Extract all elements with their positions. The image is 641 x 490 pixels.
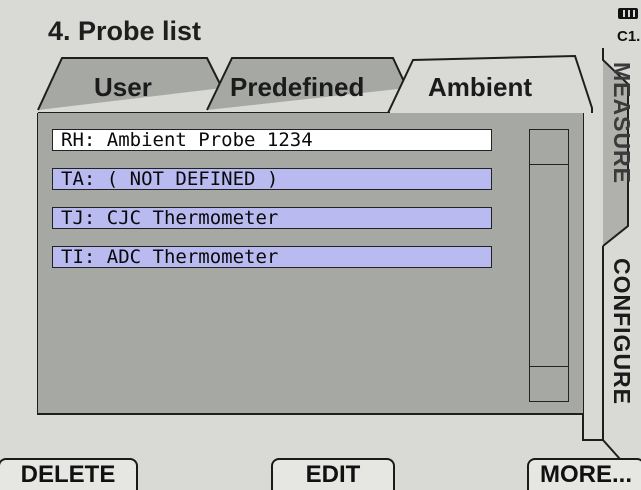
probe-list-panel: RH: Ambient Probe 1234 TA: ( NOT DEFINED… <box>38 113 583 413</box>
edit-button[interactable]: EDIT <box>271 458 395 490</box>
list-scrollbar[interactable] <box>529 129 569 402</box>
probe-row-ti[interactable]: TI: ADC Thermometer <box>52 246 492 268</box>
more-button[interactable]: MORE... <box>527 458 641 490</box>
status-area: C1. <box>613 0 641 50</box>
channel-indicator: C1. <box>617 28 641 45</box>
page-title: 4. Probe list <box>48 16 202 46</box>
probe-row-tj[interactable]: TJ: CJC Thermometer <box>52 207 492 229</box>
probe-row-rh[interactable]: RH: Ambient Probe 1234 <box>52 129 492 151</box>
delete-button[interactable]: DELETE <box>0 458 138 490</box>
tab-predefined[interactable]: Predefined <box>230 72 364 103</box>
scroll-up-arrow[interactable] <box>530 130 568 165</box>
scroll-down-arrow[interactable] <box>530 366 568 401</box>
side-tab-measure[interactable]: MEASURE <box>608 62 635 184</box>
probe-row-ta[interactable]: TA: ( NOT DEFINED ) <box>52 168 492 190</box>
side-tab-configure[interactable]: CONFIGURE <box>608 258 635 405</box>
tab-ambient[interactable]: Ambient <box>428 72 532 103</box>
battery-icon <box>618 8 638 19</box>
tab-user[interactable]: User <box>94 72 152 103</box>
